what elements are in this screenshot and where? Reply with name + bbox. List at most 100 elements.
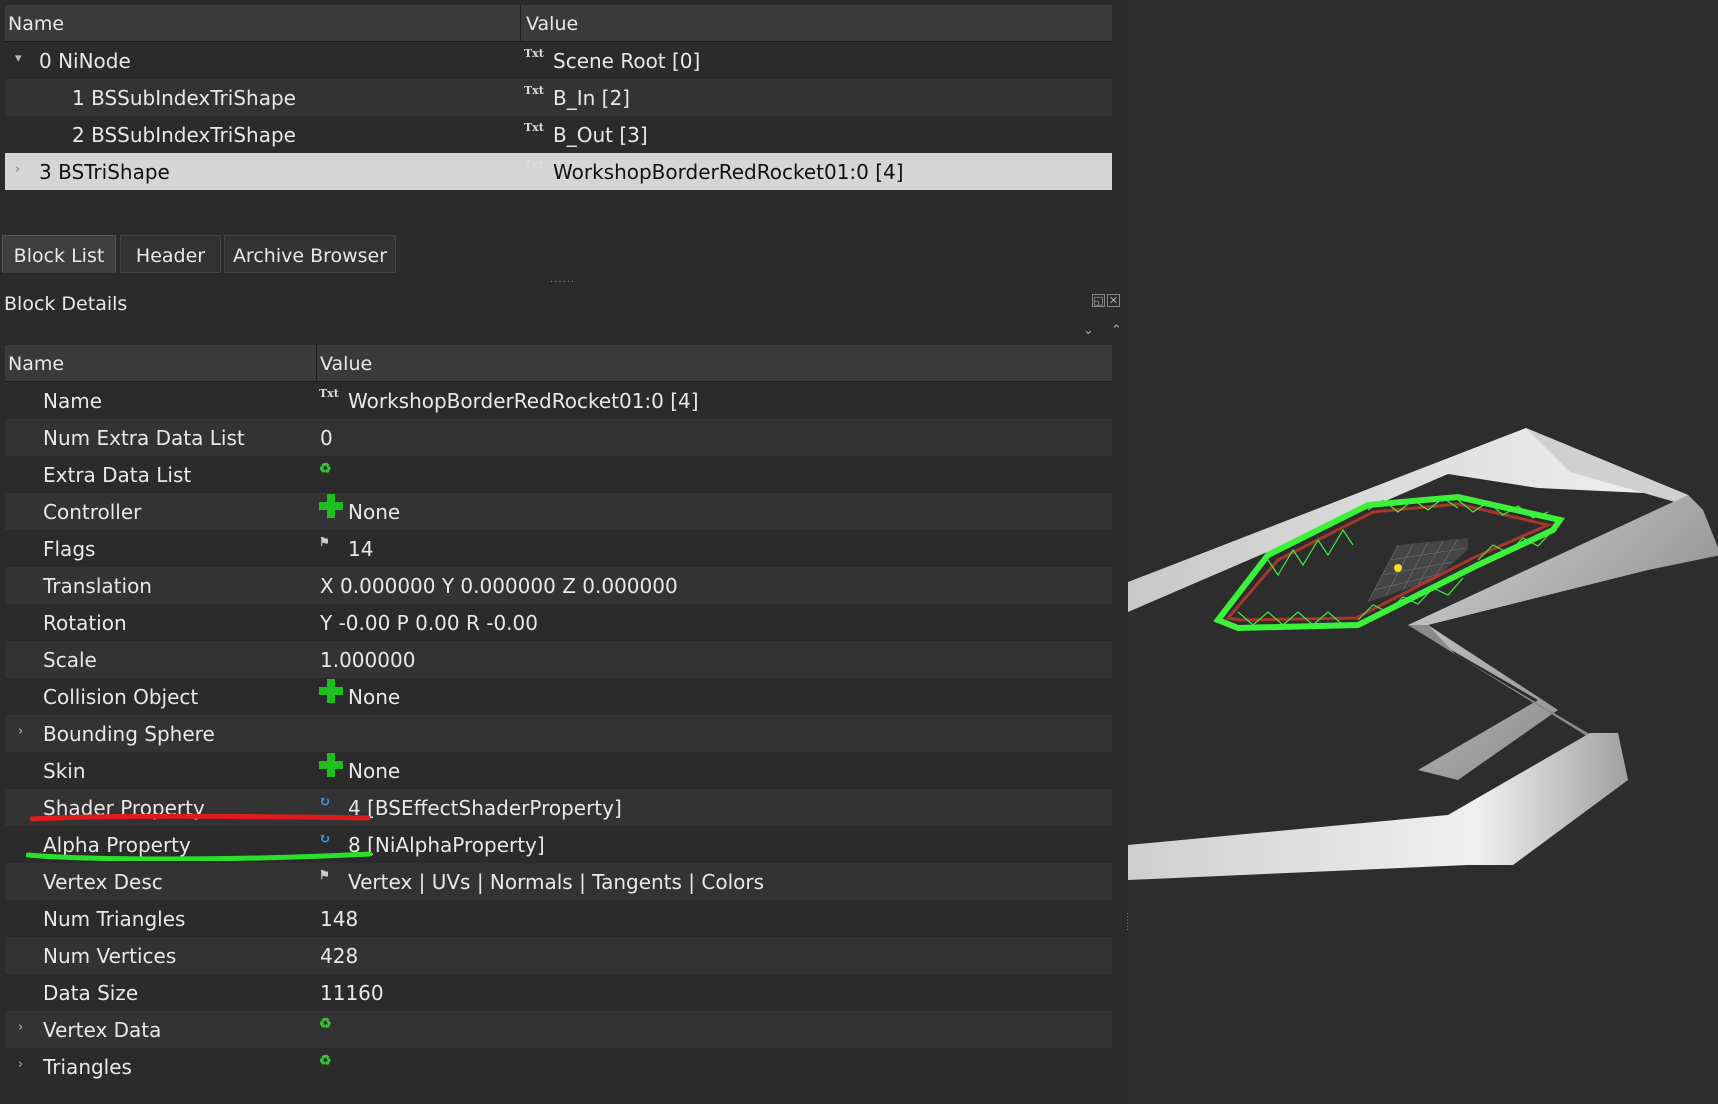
tree-row-name: 3 BSTriShape [39, 160, 170, 184]
flag-icon[interactable]: ⚑ [319, 535, 330, 549]
detail-row[interactable]: Vertex Desc ⚑ Vertex | UVs | Normals | Tan… [5, 863, 1112, 900]
plus-icon[interactable] [319, 679, 343, 703]
link-icon[interactable]: ↻ [319, 831, 331, 847]
tree-header-separator[interactable] [520, 5, 521, 42]
tab-header[interactable]: Header [120, 235, 221, 273]
detail-row-value[interactable]: Vertex | UVs | Normals | Tangents | Colo… [348, 870, 764, 894]
detail-row-value[interactable]: 428 [320, 944, 358, 968]
splitter-handle[interactable]: ...... [550, 274, 575, 285]
detail-row-name: Collision Object [43, 685, 199, 709]
expander-icon[interactable]: › [18, 1057, 23, 1072]
tree-header: Name Value [5, 5, 1112, 42]
tree-row-value: Scene Root [0] [553, 49, 701, 73]
expander-icon[interactable]: › [18, 1020, 23, 1035]
detail-row-value[interactable]: 8 [NiAlphaProperty] [348, 833, 545, 857]
detail-row[interactable]: › Triangles ♻ [5, 1048, 1112, 1085]
tree-header-name[interactable]: Name [8, 13, 64, 35]
dock-title: Block Details [4, 293, 128, 315]
left-panel: Name Value ▾ 0 NiNode Txt Scene Root [0] 1 B… [0, 0, 1135, 1104]
tree-row[interactable]: ▾ 0 NiNode Txt Scene Root [0] [5, 42, 1112, 79]
detail-row[interactable]: Controller None [5, 493, 1112, 530]
loop-icon[interactable]: ♻ [319, 1016, 332, 1032]
detail-row-name: Vertex Desc [43, 870, 163, 894]
detail-row-name: Skin [43, 759, 86, 783]
detail-row-value[interactable]: 0 [320, 426, 333, 450]
close-icon[interactable]: ✕ [1107, 294, 1120, 307]
detail-rows: Name Txt WorkshopBorderRedRocket01:0 [4] Nu… [5, 382, 1112, 1085]
details-header-name[interactable]: Name [8, 353, 64, 375]
float-icon[interactable]: ◱ [1092, 294, 1105, 307]
detail-row[interactable]: › Vertex Data ♻ [5, 1011, 1112, 1048]
detail-row[interactable]: Collision Object None [5, 678, 1112, 715]
detail-row-name: Triangles [43, 1055, 132, 1079]
loop-icon[interactable]: ♻ [319, 1053, 332, 1069]
block-details-table[interactable]: Name Value Name Txt WorkshopBorderRedRocke… [5, 345, 1112, 1085]
tree-row[interactable]: › 3 BSTriShape Txt WorkshopBorderRedRocket0… [5, 153, 1112, 190]
chevron-down-icon[interactable]: ⌄ [1083, 323, 1094, 338]
link-icon[interactable]: ↻ [319, 794, 331, 810]
txt-icon: Txt [524, 158, 544, 171]
tree-row-value: WorkshopBorderRedRocket01:0 [4] [553, 160, 904, 184]
detail-row-name: Extra Data List [43, 463, 192, 487]
detail-row-value[interactable]: 148 [320, 907, 358, 931]
details-header-value[interactable]: Value [320, 353, 372, 375]
detail-row[interactable]: Num Extra Data List 0 [5, 419, 1112, 456]
detail-row-value[interactable]: None [348, 759, 400, 783]
zigzag-wall [1408, 495, 1718, 780]
details-header-separator[interactable] [316, 345, 317, 382]
detail-row-name: Rotation [43, 611, 127, 635]
detail-row-name: Data Size [43, 981, 139, 1005]
expander-icon[interactable]: › [15, 162, 20, 177]
chevron-up-icon[interactable]: ⌃ [1111, 323, 1122, 338]
3d-viewport[interactable] [1128, 0, 1718, 1104]
lower-wall [1128, 733, 1628, 880]
txt-icon: Txt [524, 84, 544, 97]
detail-row-name: Vertex Data [43, 1018, 162, 1042]
detail-row-name: Flags [43, 537, 96, 561]
detail-row[interactable]: Num Vertices 428 [5, 937, 1112, 974]
detail-row-value[interactable]: 1.000000 [320, 648, 415, 672]
tab-block-list[interactable]: Block List [2, 235, 116, 273]
detail-row-name: Bounding Sphere [43, 722, 215, 746]
detail-row[interactable]: Name Txt WorkshopBorderRedRocket01:0 [4] [5, 382, 1112, 419]
detail-row[interactable]: Data Size 11160 [5, 974, 1112, 1011]
loop-icon[interactable]: ♻ [319, 461, 332, 477]
detail-row-value[interactable]: 11160 [320, 981, 384, 1005]
block-tree[interactable]: Name Value ▾ 0 NiNode Txt Scene Root [0] 1 B… [5, 5, 1112, 190]
plus-icon[interactable] [319, 494, 343, 518]
detail-row[interactable]: › Bounding Sphere [5, 715, 1112, 752]
tab-archive-browser[interactable]: Archive Browser [224, 235, 396, 273]
red-underline-annotation [30, 814, 370, 822]
detail-row[interactable]: Extra Data List ♻ [5, 456, 1112, 493]
tree-row-name: 1 BSSubIndexTriShape [72, 86, 296, 110]
detail-row-value[interactable]: 14 [348, 537, 373, 561]
expander-icon[interactable]: ▾ [15, 51, 22, 66]
detail-row-value[interactable]: None [348, 685, 400, 709]
origin-marker [1394, 564, 1402, 572]
details-header: Name Value [5, 345, 1112, 382]
detail-row[interactable]: Translation X 0.000000 Y 0.000000 Z 0.000… [5, 567, 1112, 604]
detail-row-value[interactable]: WorkshopBorderRedRocket01:0 [4] [348, 389, 699, 413]
detail-row-name: Scale [43, 648, 97, 672]
detail-row[interactable]: Flags ⚑ 14 [5, 530, 1112, 567]
detail-row-value[interactable]: X 0.000000 Y 0.000000 Z 0.000000 [320, 574, 678, 598]
detail-row-value[interactable]: None [348, 500, 400, 524]
detail-row[interactable]: Skin None [5, 752, 1112, 789]
detail-row-value[interactable]: 4 [BSEffectShaderProperty] [348, 796, 622, 820]
txt-icon: Txt [319, 387, 339, 400]
detail-row-name: Num Triangles [43, 907, 186, 931]
nav-arrows: ⌄ ⌃ [1066, 323, 1122, 338]
tree-row-name: 2 BSSubIndexTriShape [72, 123, 296, 147]
detail-row-value[interactable]: Y -0.00 P 0.00 R -0.00 [320, 611, 538, 635]
expander-icon[interactable]: › [18, 724, 23, 739]
tree-row[interactable]: 2 BSSubIndexTriShape Txt B_Out [3] [5, 116, 1112, 153]
plus-icon[interactable] [319, 753, 343, 777]
flag-icon[interactable]: ⚑ [319, 868, 330, 882]
detail-row[interactable]: Num Triangles 148 [5, 900, 1112, 937]
green-underline-annotation [26, 851, 372, 861]
tree-row-value: B_In [2] [553, 86, 630, 110]
detail-row[interactable]: Rotation Y -0.00 P 0.00 R -0.00 [5, 604, 1112, 641]
tree-header-value[interactable]: Value [526, 13, 578, 35]
tree-row[interactable]: 1 BSSubIndexTriShape Txt B_In [2] [5, 79, 1112, 116]
detail-row[interactable]: Scale 1.000000 [5, 641, 1112, 678]
